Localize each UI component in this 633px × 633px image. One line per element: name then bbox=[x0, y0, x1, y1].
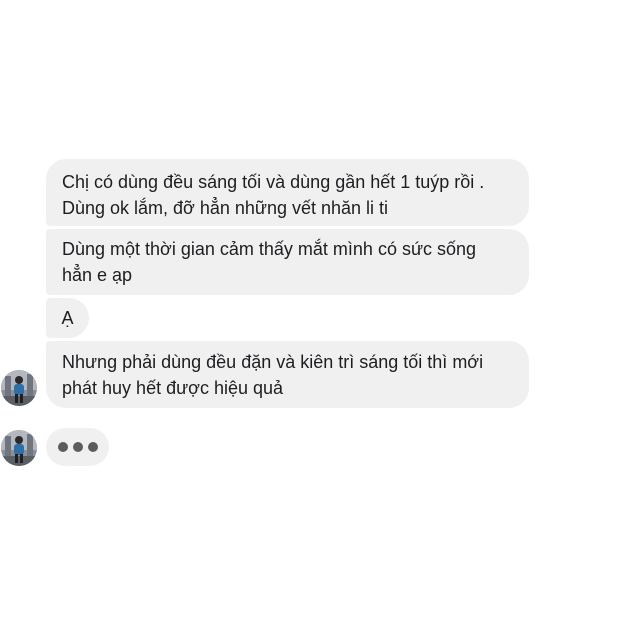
message-bubble[interactable]: Nhưng phải dùng đều đặn và kiên trì sáng… bbox=[46, 341, 529, 408]
message-text: hẳn e ạp bbox=[62, 265, 133, 285]
typing-indicator bbox=[46, 428, 109, 466]
sender-avatar[interactable] bbox=[1, 370, 37, 406]
message-text: Nhưng phải dùng đều đặn và kiên trì sáng… bbox=[62, 352, 484, 372]
message-text: Chị có dùng đều sáng tối và dùng gần hết… bbox=[62, 172, 485, 192]
message-text: Ạ bbox=[61, 308, 74, 328]
typing-dots-icon bbox=[58, 442, 68, 452]
typing-dots-icon bbox=[88, 442, 98, 452]
message-text: phát huy hết được hiệu quả bbox=[62, 378, 284, 398]
sender-avatar[interactable] bbox=[1, 430, 37, 466]
message-bubble[interactable]: Ạ bbox=[46, 298, 89, 338]
message-text: Dùng một thời gian cảm thấy mắt mình có … bbox=[62, 239, 477, 259]
typing-dots-icon bbox=[73, 442, 83, 452]
message-bubble[interactable]: Dùng một thời gian cảm thấy mắt mình có … bbox=[46, 229, 529, 295]
message-bubble[interactable]: Chị có dùng đều sáng tối và dùng gần hết… bbox=[46, 159, 529, 226]
avatar-photo bbox=[1, 370, 37, 406]
message-text: Dùng ok lắm, đỡ hẳn những vết nhăn li ti bbox=[62, 198, 389, 218]
avatar-photo bbox=[1, 430, 37, 466]
